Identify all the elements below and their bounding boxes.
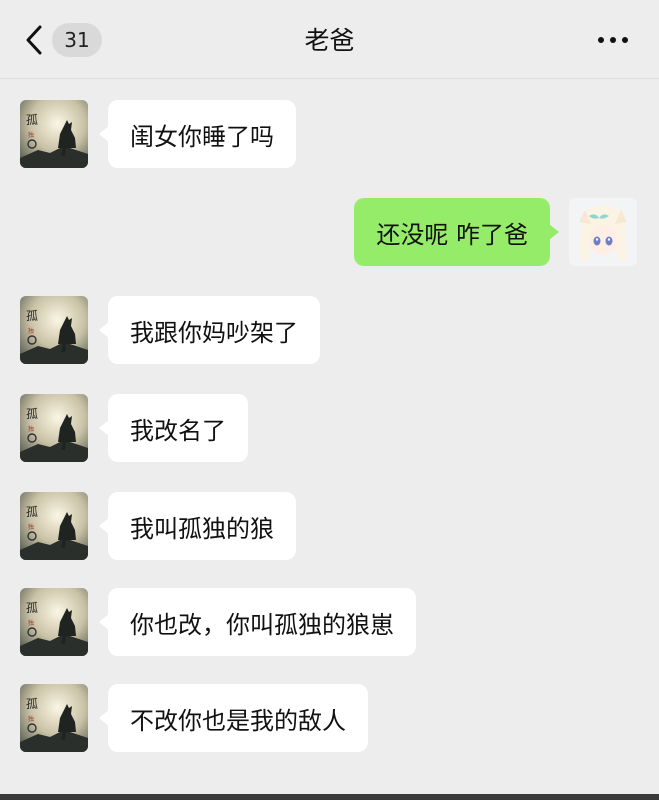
message-text: 你也改，你叫孤独的狼崽 — [130, 610, 394, 639]
message-row-incoming: 不改你也是我的敌人 — [0, 684, 659, 752]
wolf-avatar-icon[interactable] — [20, 100, 88, 168]
message-bubble-incoming[interactable]: 闺女你睡了吗 — [99, 100, 296, 168]
anime-girl-avatar-icon[interactable] — [569, 198, 637, 266]
bubble-tail — [99, 710, 109, 726]
message-list[interactable]: 闺女你睡了吗 还没呢 咋了爸 我跟你妈吵架了 我改名了 我叫孤独的狼 你也改，你… — [0, 78, 659, 800]
chat-header: 31 老爸 — [0, 0, 659, 79]
message-bubble-incoming[interactable]: 你也改，你叫孤独的狼崽 — [99, 588, 416, 656]
wolf-avatar-icon[interactable] — [20, 492, 88, 560]
message-row-incoming: 我叫孤独的狼 — [0, 492, 659, 560]
bottom-edge-divider — [0, 794, 659, 800]
more-dot — [622, 37, 628, 43]
message-text: 不改你也是我的敌人 — [130, 706, 346, 735]
message-text: 我改名了 — [130, 416, 226, 445]
bubble-tail — [549, 224, 559, 240]
more-options-icon[interactable] — [593, 26, 633, 54]
message-text: 还没呢 咋了爸 — [376, 220, 528, 249]
message-text: 闺女你睡了吗 — [130, 122, 274, 151]
more-dot — [610, 37, 616, 43]
bubble-tail — [99, 614, 109, 630]
chat-title: 老爸 — [304, 26, 355, 55]
message-bubble-incoming[interactable]: 我叫孤独的狼 — [99, 492, 296, 560]
message-row-incoming: 闺女你睡了吗 — [0, 100, 659, 168]
bubble-tail — [99, 420, 109, 436]
message-bubble-outgoing[interactable]: 还没呢 咋了爸 — [354, 198, 559, 266]
message-row-incoming: 我跟你妈吵架了 — [0, 296, 659, 364]
message-bubble-incoming[interactable]: 我跟你妈吵架了 — [99, 296, 320, 364]
message-row-outgoing: 还没呢 咋了爸 — [0, 198, 659, 266]
wolf-avatar-icon[interactable] — [20, 296, 88, 364]
message-row-incoming: 你也改，你叫孤独的狼崽 — [0, 588, 659, 656]
more-dot — [598, 37, 604, 43]
message-text: 我跟你妈吵架了 — [130, 318, 298, 347]
wolf-avatar-icon[interactable] — [20, 684, 88, 752]
wolf-avatar-icon[interactable] — [20, 394, 88, 462]
bubble-tail — [99, 126, 109, 142]
bubble-tail — [99, 518, 109, 534]
message-text: 我叫孤独的狼 — [130, 514, 274, 543]
message-bubble-incoming[interactable]: 我改名了 — [99, 394, 248, 462]
message-row-incoming: 我改名了 — [0, 394, 659, 462]
bubble-tail — [99, 322, 109, 338]
wolf-avatar-icon[interactable] — [20, 588, 88, 656]
message-bubble-incoming[interactable]: 不改你也是我的敌人 — [99, 684, 368, 752]
